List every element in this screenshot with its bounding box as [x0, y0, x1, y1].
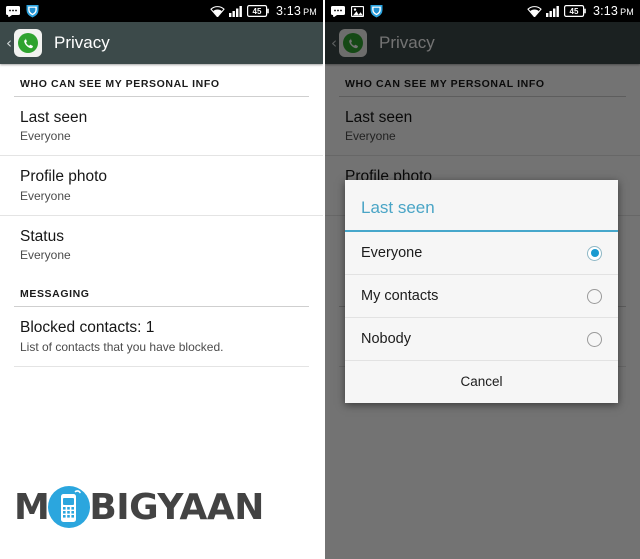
- battery-level-label: 45: [253, 7, 262, 16]
- status-bar-left-icons: [331, 4, 527, 18]
- clock-time: 3:13: [592, 4, 619, 18]
- status-bar: 45 3:13 PM: [0, 0, 323, 22]
- battery-icon: 45: [563, 5, 586, 17]
- status-bar: 45 3:13 PM: [325, 0, 640, 22]
- signal-bars-icon: [228, 6, 242, 17]
- radio-button-my-contacts[interactable]: [587, 288, 602, 304]
- list-item-subtitle: Everyone: [20, 188, 71, 203]
- list-bottom-divider: [14, 365, 309, 367]
- list-item-subtitle: Everyone: [20, 248, 71, 263]
- last-seen-dialog: Last seen Everyone My contacts Nobody Ca…: [345, 180, 618, 403]
- dialog-option-label: Everyone: [361, 245, 423, 261]
- shield-icon: [26, 5, 39, 18]
- list-item-status[interactable]: Status Everyone: [0, 215, 323, 275]
- list-item-subtitle: List of contacts that you have blocked.: [20, 339, 224, 354]
- back-chevron-icon[interactable]: ‹: [6, 35, 12, 51]
- list-item-title: Blocked contacts: 1: [20, 319, 155, 337]
- status-bar-clock: 3:13 PM: [593, 4, 634, 18]
- phone-screen-left: 45 3:13 PM ‹ Privacy WHO CAN SEE MY PERSO…: [0, 0, 323, 559]
- status-bar-right-icons: 45 3:13 PM: [210, 4, 317, 18]
- action-bar: ‹ Privacy: [0, 22, 323, 64]
- dialog-option-everyone[interactable]: Everyone: [345, 232, 618, 275]
- wifi-icon: [527, 6, 542, 17]
- signal-bars-icon: [545, 6, 559, 17]
- image-screenshot-icon: [351, 5, 364, 17]
- list-item-last-seen[interactable]: Last seen Everyone: [0, 97, 323, 157]
- dialog-option-label: Nobody: [361, 331, 411, 347]
- sms-message-icon: [331, 5, 345, 17]
- whatsapp-icon[interactable]: [14, 29, 42, 57]
- section-header-messaging: MESSAGING: [20, 288, 90, 301]
- dialog-title: Last seen: [361, 198, 435, 217]
- dialog-title-bar: Last seen: [345, 180, 618, 232]
- clock-ampm: PM: [303, 7, 317, 17]
- wifi-icon: [210, 6, 225, 17]
- clock-time: 3:13: [275, 4, 302, 18]
- status-bar-left-icons: [6, 4, 210, 18]
- list-item-title: Profile photo: [20, 168, 108, 186]
- watermark-text-before: M: [14, 486, 50, 528]
- list-item-blocked-contacts[interactable]: Blocked contacts: 1 List of contacts tha…: [0, 307, 323, 366]
- radio-button-everyone[interactable]: [587, 245, 602, 261]
- screenshot-canvas: 45 3:13 PM ‹ Privacy WHO CAN SEE MY PERSO…: [0, 0, 640, 559]
- dialog-option-nobody[interactable]: Nobody: [345, 318, 618, 361]
- phone-screen-right: 45 3:13PM ‹ Privacy WHO CAN SEE MY PERSO…: [325, 0, 640, 559]
- clock-ampm: PM: [620, 7, 634, 17]
- dialog-option-label: My contacts: [361, 288, 439, 304]
- battery-icon: 45: [246, 5, 269, 17]
- list-item-title: Status: [20, 227, 64, 245]
- privacy-settings-list: WHO CAN SEE MY PERSONAL INFO Last seen E…: [0, 64, 323, 367]
- dialog-option-my-contacts[interactable]: My contacts: [345, 275, 618, 318]
- battery-level-label: 45: [570, 7, 579, 16]
- shield-icon: [370, 5, 383, 18]
- mobigyaan-watermark: M BIGYAAN: [14, 485, 264, 529]
- mobile-phone-icon: [47, 485, 91, 529]
- status-bar-right-icons: 45 3:13 PM: [527, 4, 634, 18]
- list-item-subtitle: Everyone: [20, 129, 71, 144]
- list-item-title: Last seen: [20, 109, 88, 126]
- radio-button-nobody[interactable]: [587, 331, 602, 347]
- list-item-profile-photo[interactable]: Profile photo Everyone: [0, 156, 323, 216]
- cancel-button[interactable]: Cancel: [345, 361, 618, 403]
- page-title: Privacy: [54, 33, 110, 52]
- sms-message-icon: [6, 5, 20, 17]
- section-header-personal-info: WHO CAN SEE MY PERSONAL INFO: [20, 78, 220, 90]
- status-bar-clock: 3:13 PM: [276, 4, 317, 18]
- watermark-text-after: BIGYAAN: [89, 486, 264, 528]
